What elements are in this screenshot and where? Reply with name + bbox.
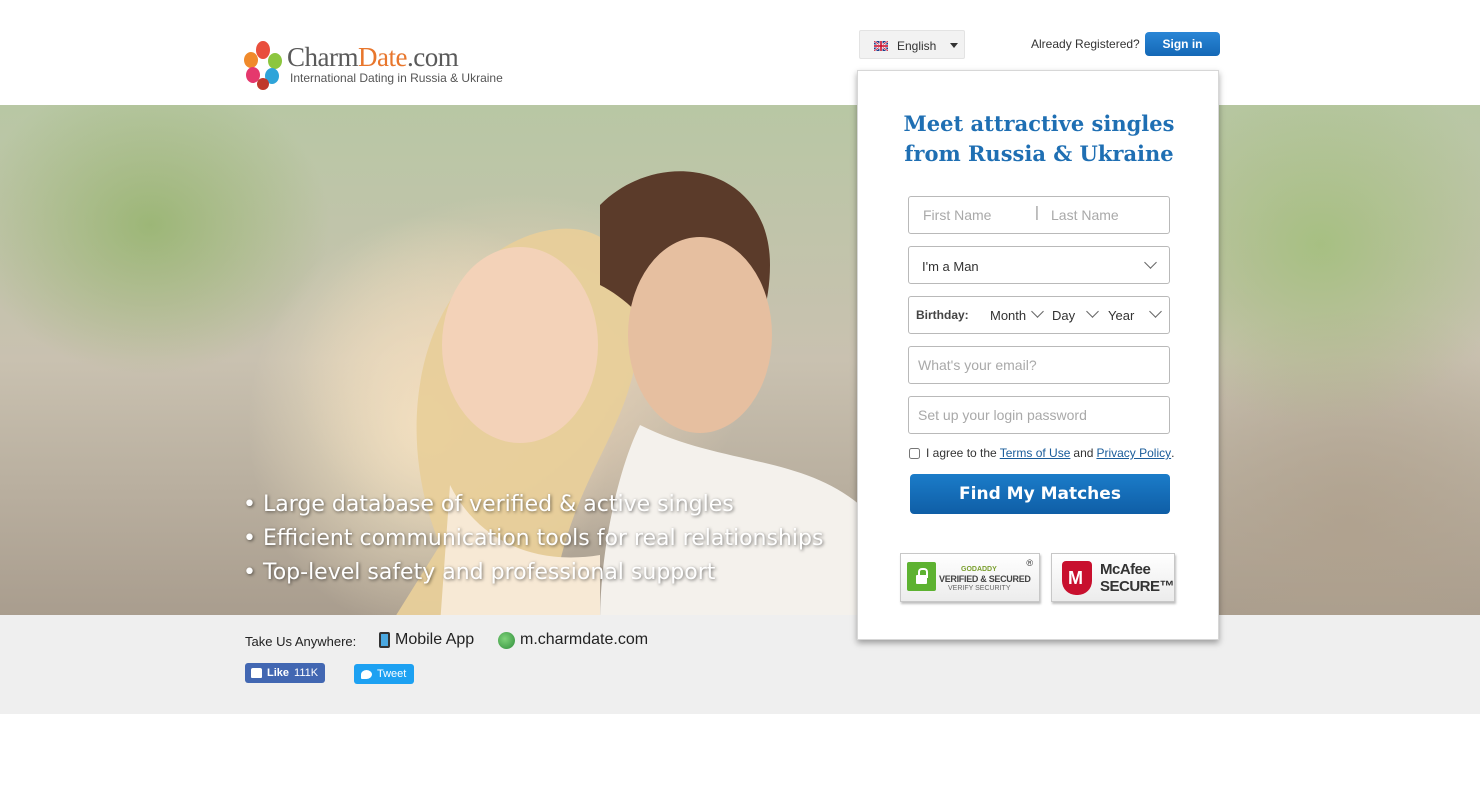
privacy-policy-link[interactable]: Privacy Policy xyxy=(1096,446,1171,460)
godaddy-badge-line1: GODADDY xyxy=(961,566,997,573)
like-count: 111K xyxy=(294,667,319,679)
birth-day-select[interactable]: Day xyxy=(1052,308,1075,323)
mcafee-shield-icon xyxy=(1062,561,1092,595)
caret-down-icon xyxy=(950,43,958,48)
godaddy-verified-badge[interactable]: GODADDY VERIFIED & SECURED VERIFY SECURI… xyxy=(900,553,1040,602)
password-input[interactable] xyxy=(918,397,1163,433)
benefit-item: Large database of verified & active sing… xyxy=(243,488,823,522)
tweet-label: Tweet xyxy=(377,668,407,680)
phone-icon xyxy=(379,632,390,648)
agree-and: and xyxy=(1073,446,1094,460)
lock-icon xyxy=(907,562,936,591)
uk-flag-icon xyxy=(874,41,888,51)
gender-select[interactable]: I'm a Man xyxy=(908,246,1170,284)
logo-tagline: International Dating in Russia & Ukraine xyxy=(290,71,503,85)
last-name-input[interactable] xyxy=(1051,197,1161,233)
mobile-site-link[interactable]: m.charmdate.com xyxy=(498,631,648,649)
benefit-item: Efficient communication tools for real r… xyxy=(243,522,823,556)
mcafee-badge-line2: SECURE™ xyxy=(1100,578,1175,595)
email-field xyxy=(908,346,1170,384)
name-separator: | xyxy=(1035,204,1039,221)
chevron-down-icon xyxy=(1031,305,1044,318)
charmdate-logo[interactable]: CharmDate.com International Dating in Ru… xyxy=(241,38,521,92)
name-field: | xyxy=(908,196,1170,234)
birthday-field: Birthday: Month Day Year xyxy=(908,296,1170,334)
mobile-site-label: m.charmdate.com xyxy=(520,631,649,648)
agree-suffix: . xyxy=(1171,446,1175,460)
email-input[interactable] xyxy=(918,347,1163,383)
like-label: Like xyxy=(267,667,290,679)
godaddy-badge-line2: VERIFIED & SECURED xyxy=(939,574,1031,584)
hero-banner: Large database of verified & active sing… xyxy=(0,105,1480,615)
godaddy-badge-line3: VERIFY SECURITY xyxy=(948,585,1011,592)
take-us-anywhere-label: Take Us Anywhere: xyxy=(245,634,357,649)
facebook-like-button[interactable]: Like 111K xyxy=(245,663,325,683)
sign-in-button[interactable]: Sign in xyxy=(1145,32,1220,56)
page: CharmDate.com International Dating in Ru… xyxy=(0,0,1480,800)
agree-prefix: I agree to the xyxy=(926,446,997,460)
chevron-down-icon xyxy=(1149,305,1162,318)
birth-month-select[interactable]: Month xyxy=(990,308,1026,323)
globe-icon xyxy=(498,631,515,649)
terms-of-use-link[interactable]: Terms of Use xyxy=(1000,446,1071,460)
mcafee-secure-badge[interactable]: McAfee SECURE™ xyxy=(1051,553,1175,602)
mobile-app-link[interactable]: Mobile App xyxy=(379,631,474,649)
logo-wordmark: CharmDate.com xyxy=(287,42,459,72)
gender-selected-value: I'm a Man xyxy=(922,259,979,274)
first-name-input[interactable] xyxy=(923,197,1033,233)
registration-card: Meet attractive singles from Russia & Uk… xyxy=(857,70,1219,640)
agree-checkbox[interactable] xyxy=(909,447,920,459)
logo-petals-icon xyxy=(244,41,282,90)
find-my-matches-button[interactable]: Find My Matches xyxy=(910,474,1170,514)
language-select[interactable]: English xyxy=(859,30,965,59)
footer-band: Take Us Anywhere: Mobile App m.charmdate… xyxy=(0,615,1480,714)
mobile-app-label: Mobile App xyxy=(395,631,475,648)
agree-terms-row: I agree to the Terms of Use and Privacy … xyxy=(909,446,1174,460)
mcafee-badge-line1: McAfee xyxy=(1100,561,1151,578)
registered-mark: ® xyxy=(1026,558,1033,568)
password-field xyxy=(908,396,1170,434)
chevron-down-icon xyxy=(1144,256,1157,269)
benefit-item: Top-level safety and professional suppor… xyxy=(243,556,823,590)
birth-year-select[interactable]: Year xyxy=(1108,308,1134,323)
already-registered-text: Already Registered? xyxy=(1031,37,1140,51)
header: CharmDate.com International Dating in Ru… xyxy=(0,0,1480,105)
tweet-button[interactable]: Tweet xyxy=(354,664,414,684)
language-label: English xyxy=(897,39,937,53)
registration-title: Meet attractive singles from Russia & Uk… xyxy=(903,111,1175,166)
benefits-list: Large database of verified & active sing… xyxy=(243,488,823,590)
chevron-down-icon xyxy=(1086,305,1099,318)
thumbs-up-icon xyxy=(251,668,262,678)
birthday-label: Birthday: xyxy=(916,308,969,322)
twitter-bird-icon xyxy=(361,669,372,679)
